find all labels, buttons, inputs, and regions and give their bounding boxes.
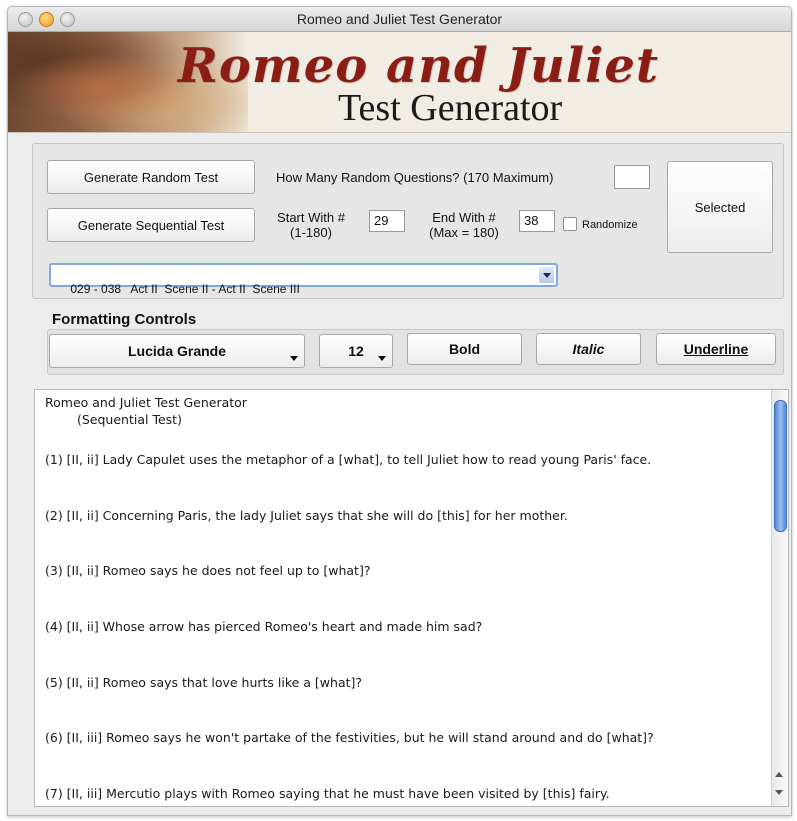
vertical-scrollbar[interactable] [771,390,788,806]
header-banner: Romeo and Juliet Test Generator [8,32,791,133]
question-item: (2) [II, ii] Concerning Paris, the lady … [45,508,568,523]
formatting-controls-heading: Formatting Controls [52,311,197,328]
chevron-down-icon [378,356,386,361]
generate-sequential-test-button[interactable]: Generate Sequential Test [47,208,255,242]
end-with-label: End With # (Max = 180) [416,210,512,240]
window-title: Romeo and Juliet Test Generator [296,11,503,27]
font-size-value: 12 [348,343,364,359]
selected-button[interactable]: Selected [667,161,773,253]
scrollbar-thumb[interactable] [774,400,787,532]
app-window: Romeo and Juliet Test Generator Romeo an… [7,6,792,816]
title-bar: Romeo and Juliet Test Generator [8,7,791,32]
italic-button[interactable]: Italic [536,333,641,365]
scroll-up-icon[interactable] [775,772,783,777]
underline-button[interactable]: Underline [656,333,776,365]
start-with-label-line1: Start With # [277,210,345,225]
bold-button[interactable]: Bold [407,333,522,365]
question-item: (7) [II, iii] Mercutio plays with Romeo … [45,786,610,801]
how-many-questions-label: How Many Random Questions? (170 Maximum) [276,170,554,185]
question-item: (4) [II, ii] Whose arrow has pierced Rom… [45,619,483,634]
document-subtitle: (Sequential Test) [77,412,182,427]
scroll-down-icon[interactable] [775,790,783,795]
question-item: (3) [II, ii] Romeo says he does not feel… [45,563,371,578]
randomize-checkbox[interactable] [563,217,577,231]
font-size-popup[interactable]: 12 [319,334,393,368]
end-with-label-line2: (Max = 180) [429,225,499,240]
start-with-label-line2: (1-180) [290,225,332,240]
test-document: Romeo and Juliet Test Generator (Sequent… [45,394,765,801]
banner-subtitle: Test Generator [338,87,563,129]
question-item: (5) [II, ii] Romeo says that love hurts … [45,675,363,690]
question-item: (1) [II, ii] Lady Capulet uses the metap… [45,452,652,467]
test-output-textarea[interactable]: Romeo and Juliet Test Generator (Sequent… [34,389,789,807]
start-with-input[interactable]: 29 [369,210,405,232]
end-with-input[interactable]: 38 [519,210,555,232]
range-selection-combobox[interactable]: 029 - 038 Act II Scene II - Act II Scene… [49,263,558,296]
font-family-popup[interactable]: Lucida Grande [49,334,305,368]
question-item: (6) [II, iii] Romeo says he won't partak… [45,730,654,745]
generate-random-test-button[interactable]: Generate Random Test [47,160,255,194]
document-title: Romeo and Juliet Test Generator [45,395,247,410]
randomize-label: Randomize [582,219,638,231]
chevron-down-icon [290,356,298,361]
how-many-questions-input[interactable] [614,165,650,189]
chevron-down-icon[interactable] [539,267,554,283]
range-selection-value: 029 - 038 Act II Scene II - Act II Scene… [70,282,300,296]
start-with-label: Start With # (1-180) [266,210,356,240]
end-with-label-line1: End With # [432,210,496,225]
font-family-value: Lucida Grande [127,343,227,359]
